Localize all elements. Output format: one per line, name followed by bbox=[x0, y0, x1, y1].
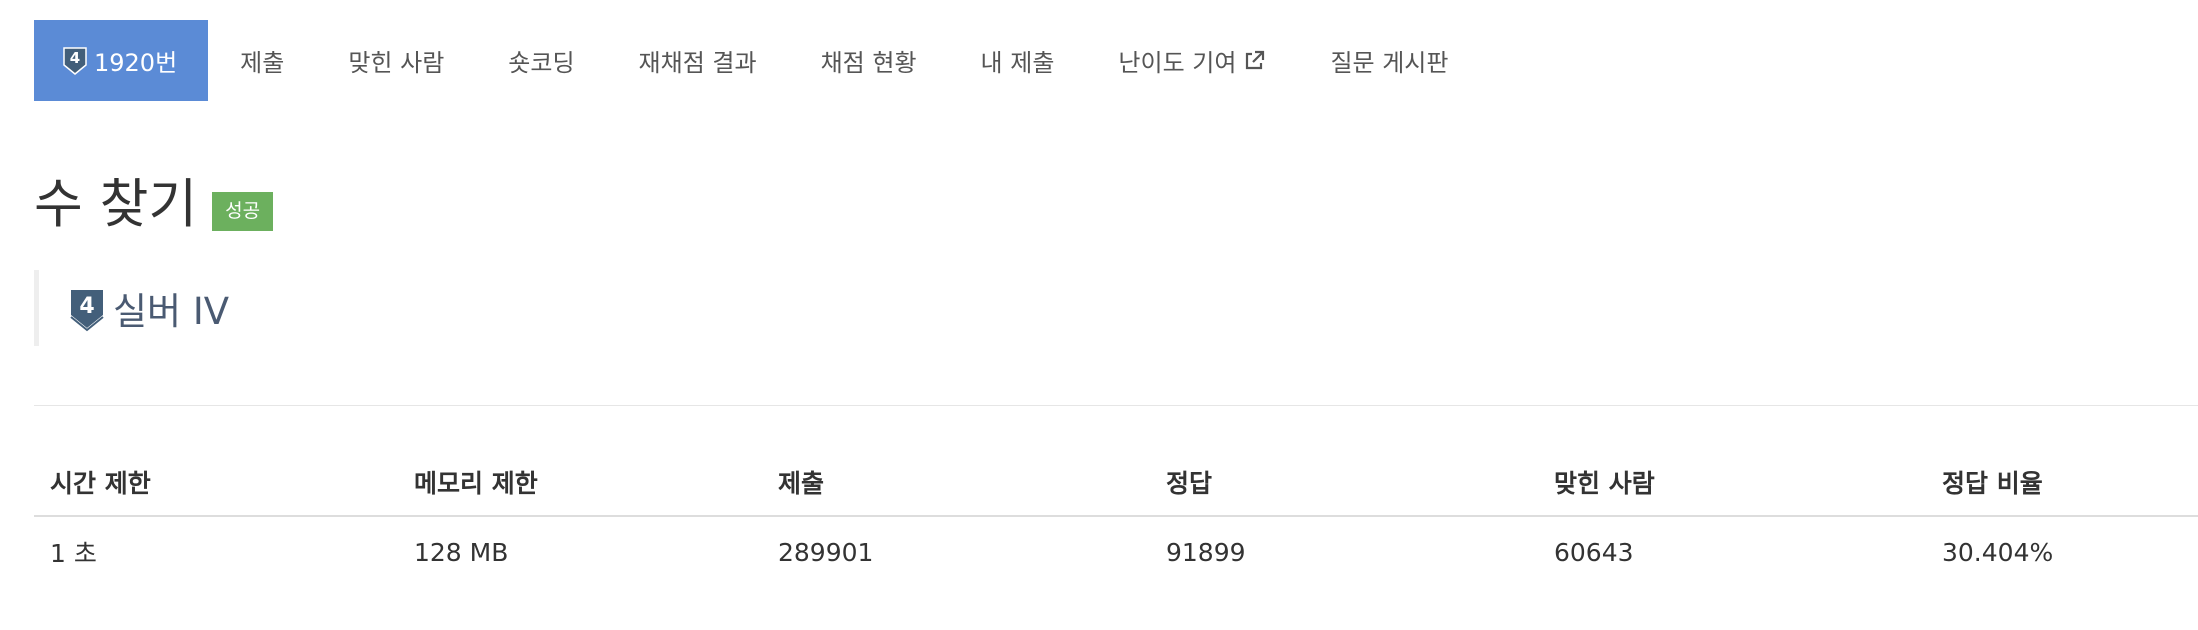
tab-tier-icon-number: 4 bbox=[70, 49, 80, 67]
tab-solved-users-label: 맞힌 사람 bbox=[348, 49, 445, 77]
tab-judge-status-label: 채점 현황 bbox=[820, 49, 917, 77]
tab-difficulty-contribution-label: 난이도 기여 bbox=[1118, 49, 1237, 77]
tier-icon-number: 4 bbox=[79, 294, 94, 319]
tab-my-submissions-label: 내 제출 bbox=[980, 49, 1055, 77]
tab-submit[interactable]: 제출 bbox=[208, 20, 316, 101]
value-accept-ratio: 30.404% bbox=[1942, 537, 2054, 567]
header-submissions: 제출 bbox=[762, 448, 1150, 517]
section-divider bbox=[34, 405, 2198, 406]
tab-rejudge-results-label: 재채점 결과 bbox=[638, 49, 757, 77]
tab-rejudge-results[interactable]: 재채점 결과 bbox=[607, 20, 789, 101]
header-memory-limit: 메모리 제한 bbox=[398, 448, 762, 517]
tab-solved-users[interactable]: 맞힌 사람 bbox=[316, 20, 476, 101]
header-accepted: 정답 bbox=[1150, 448, 1538, 517]
tier-silver-4-icon: 4 bbox=[69, 288, 105, 332]
table-header-row: 시간 제한 메모리 제한 제출 정답 맞힌 사람 정답 비율 bbox=[34, 448, 2198, 517]
header-time-limit: 시간 제한 bbox=[34, 448, 398, 517]
external-link-icon bbox=[1242, 49, 1266, 73]
problem-title-row: 수 찾기 성공 bbox=[34, 174, 274, 235]
problem-tier: 4 실버 IV bbox=[34, 270, 229, 346]
header-accept-ratio: 정답 비율 bbox=[1926, 448, 2198, 517]
tier-label: 실버 IV bbox=[113, 290, 230, 333]
table-row: 1 초 128 MB 289901 91899 60643 30.404% bbox=[34, 516, 2198, 587]
tier-silver-4-icon: 4 bbox=[62, 46, 88, 76]
value-time-limit: 1 초 bbox=[50, 539, 97, 568]
header-solved-users: 맞힌 사람 bbox=[1538, 448, 1926, 517]
tab-submit-label: 제출 bbox=[240, 49, 285, 77]
tab-judge-status[interactable]: 채점 현황 bbox=[789, 20, 949, 101]
problem-tab-bar: 4 1920번 제출 맞힌 사람 숏코딩 재채점 결과 채점 현황 내 제출 난… bbox=[34, 20, 1480, 101]
value-accepted: 91899 bbox=[1166, 537, 1246, 567]
tab-difficulty-contribution[interactable]: 난이도 기여 bbox=[1086, 20, 1298, 101]
tab-my-submissions[interactable]: 내 제출 bbox=[949, 20, 1087, 101]
tab-problem[interactable]: 4 1920번 bbox=[34, 20, 209, 101]
tab-short-coding[interactable]: 숏코딩 bbox=[476, 20, 606, 101]
tab-question-board[interactable]: 질문 게시판 bbox=[1298, 20, 1480, 101]
problem-info-table: 시간 제한 메모리 제한 제출 정답 맞힌 사람 정답 비율 1 초 128 M… bbox=[34, 448, 2198, 587]
value-solved-users: 60643 bbox=[1554, 537, 1634, 567]
tab-problem-label: 1920번 bbox=[94, 49, 178, 77]
status-badge: 성공 bbox=[212, 192, 274, 231]
value-submissions: 289901 bbox=[778, 537, 874, 567]
tab-short-coding-label: 숏코딩 bbox=[508, 49, 575, 77]
value-memory-limit: 128 MB bbox=[414, 537, 509, 567]
tab-question-board-label: 질문 게시판 bbox=[1330, 49, 1449, 77]
problem-title: 수 찾기 bbox=[34, 174, 198, 235]
